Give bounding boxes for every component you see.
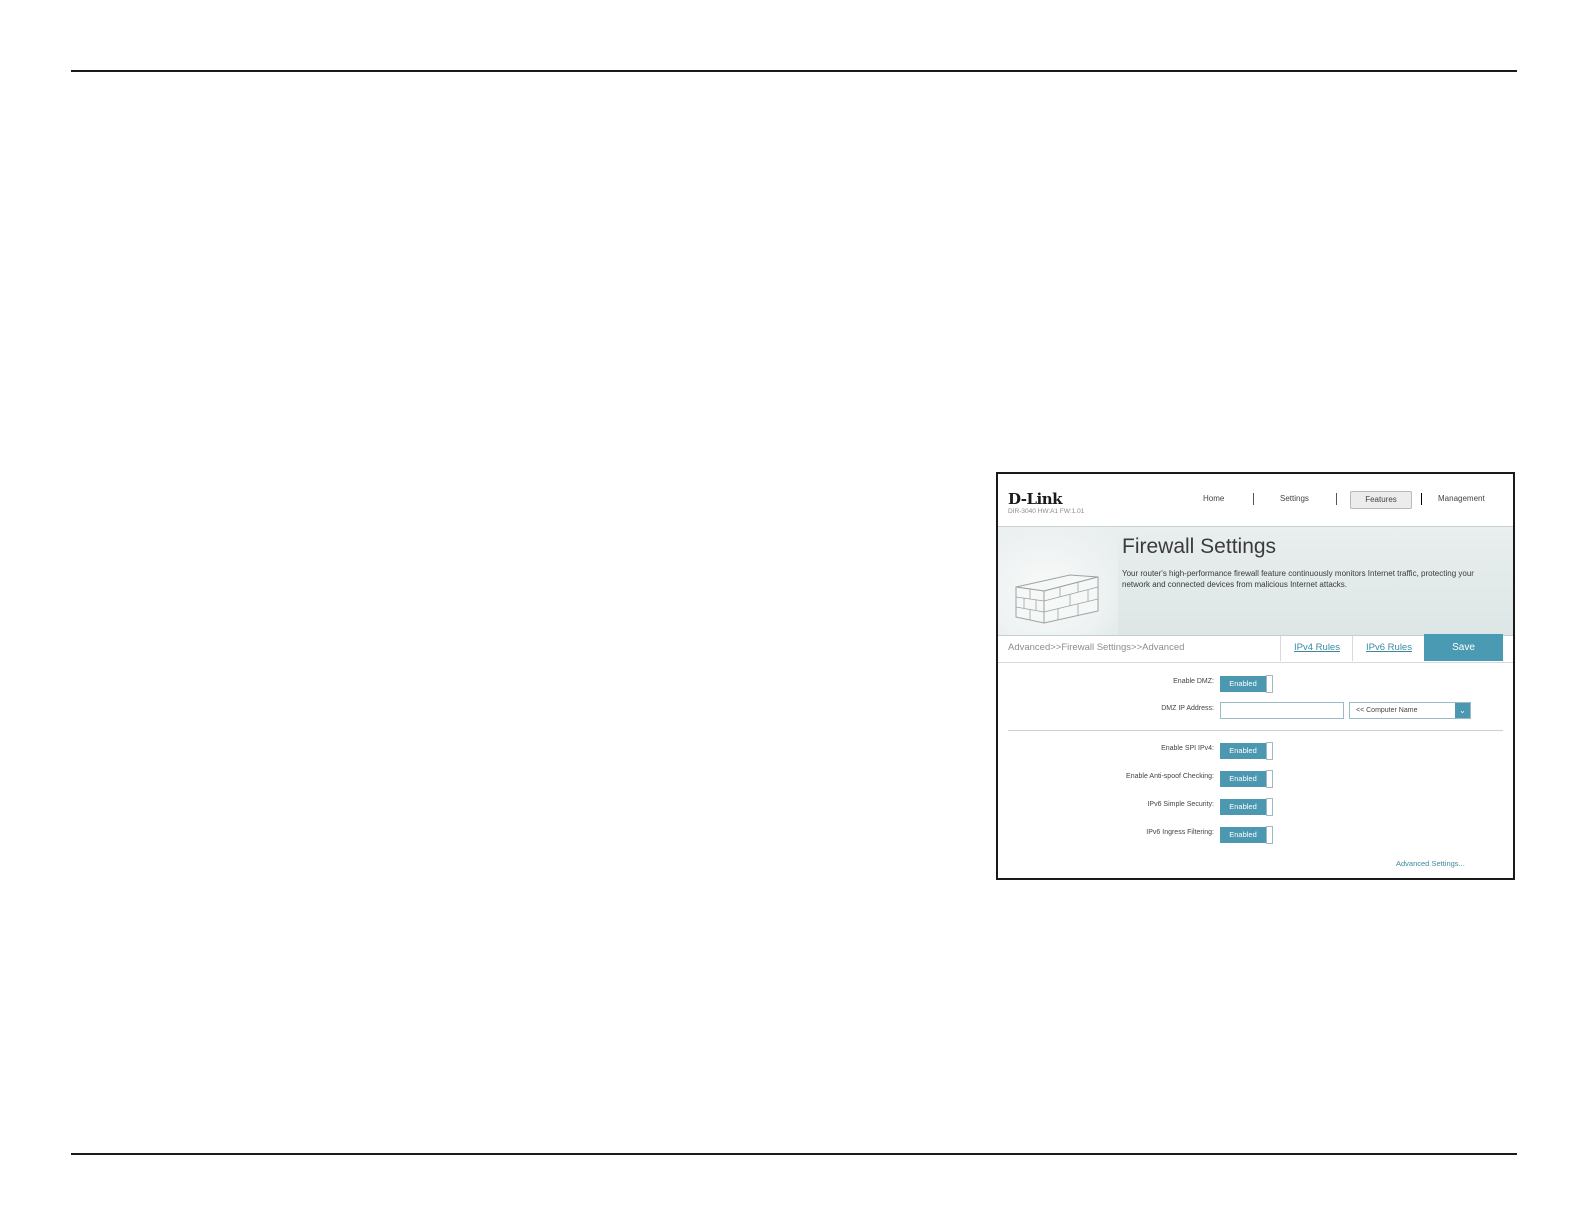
toggle-knob	[1266, 742, 1273, 760]
save-button[interactable]: Save	[1424, 634, 1503, 661]
nav-separator	[1253, 493, 1254, 505]
advanced-settings-link[interactable]: Advanced Settings...	[1396, 859, 1465, 868]
toggle-knob	[1266, 675, 1273, 693]
tab-ipv4-rules[interactable]: IPv4 Rules	[1280, 634, 1353, 661]
toggle-state: Enabled	[1220, 827, 1266, 843]
sub-toolbar: Advanced>>Firewall Settings>>Advanced IP…	[998, 634, 1513, 663]
enable-spi-ipv4-toggle[interactable]: Enabled	[1220, 742, 1276, 760]
brick-wall-icon	[1015, 574, 1099, 624]
ipv6-simple-security-label: IPv6 Simple Security:	[1147, 801, 1214, 808]
toggle-state: Enabled	[1220, 771, 1266, 787]
nav-settings[interactable]: Settings	[1280, 494, 1309, 503]
anti-spoof-label: Enable Anti-spoof Checking:	[1126, 773, 1214, 780]
nav-features[interactable]: Features	[1350, 491, 1412, 509]
dmz-ip-label: DMZ IP Address:	[1161, 705, 1214, 712]
page-description: Your router's high-performance firewall …	[1122, 569, 1474, 589]
model-info: DIR-3040 HW:A1 FW:1.01	[1008, 508, 1085, 515]
enable-dmz-toggle[interactable]: Enabled	[1220, 675, 1276, 693]
nav-home[interactable]: Home	[1203, 494, 1224, 503]
toggle-knob	[1266, 770, 1273, 788]
computer-name-select[interactable]: << Computer Name ⌄	[1349, 702, 1471, 719]
top-bar: D-Link DIR-3040 HW:A1 FW:1.01 Home Setti…	[998, 474, 1513, 526]
section-divider	[1008, 730, 1503, 731]
select-value: << Computer Name	[1356, 707, 1418, 714]
toggle-state: Enabled	[1220, 799, 1266, 815]
bottom-rule	[71, 1153, 1517, 1155]
toggle-knob	[1266, 798, 1273, 816]
router-ui-screenshot: D-Link DIR-3040 HW:A1 FW:1.01 Home Setti…	[996, 472, 1515, 880]
toggle-knob	[1266, 826, 1273, 844]
top-rule	[71, 70, 1517, 72]
tab-ipv6-rules[interactable]: IPv6 Rules	[1352, 634, 1425, 661]
nav-separator	[1336, 493, 1337, 505]
dlink-logo: D-Link	[1008, 490, 1063, 508]
nav-management[interactable]: Management	[1438, 494, 1485, 503]
breadcrumb: Advanced>>Firewall Settings>>Advanced	[1008, 642, 1185, 653]
toggle-state: Enabled	[1220, 676, 1266, 692]
toggle-state: Enabled	[1220, 743, 1266, 759]
hero-banner: Firewall Settings Your router's high-per…	[998, 526, 1513, 636]
chevron-down-icon[interactable]: ⌄	[1455, 703, 1470, 718]
anti-spoof-toggle[interactable]: Enabled	[1220, 770, 1276, 788]
ipv6-simple-security-toggle[interactable]: Enabled	[1220, 798, 1276, 816]
enable-spi-ipv4-label: Enable SPI IPv4:	[1161, 745, 1214, 752]
page-title: Firewall Settings	[1122, 535, 1277, 558]
enable-dmz-label: Enable DMZ:	[1173, 678, 1214, 685]
ipv6-ingress-filtering-toggle[interactable]: Enabled	[1220, 826, 1276, 844]
dmz-ip-input[interactable]	[1220, 702, 1344, 719]
nav-separator	[1421, 493, 1422, 505]
manual-page: D-Link DIR-3040 HW:A1 FW:1.01 Home Setti…	[0, 0, 1584, 1224]
ipv6-ingress-filtering-label: IPv6 Ingress Filtering:	[1146, 829, 1214, 836]
